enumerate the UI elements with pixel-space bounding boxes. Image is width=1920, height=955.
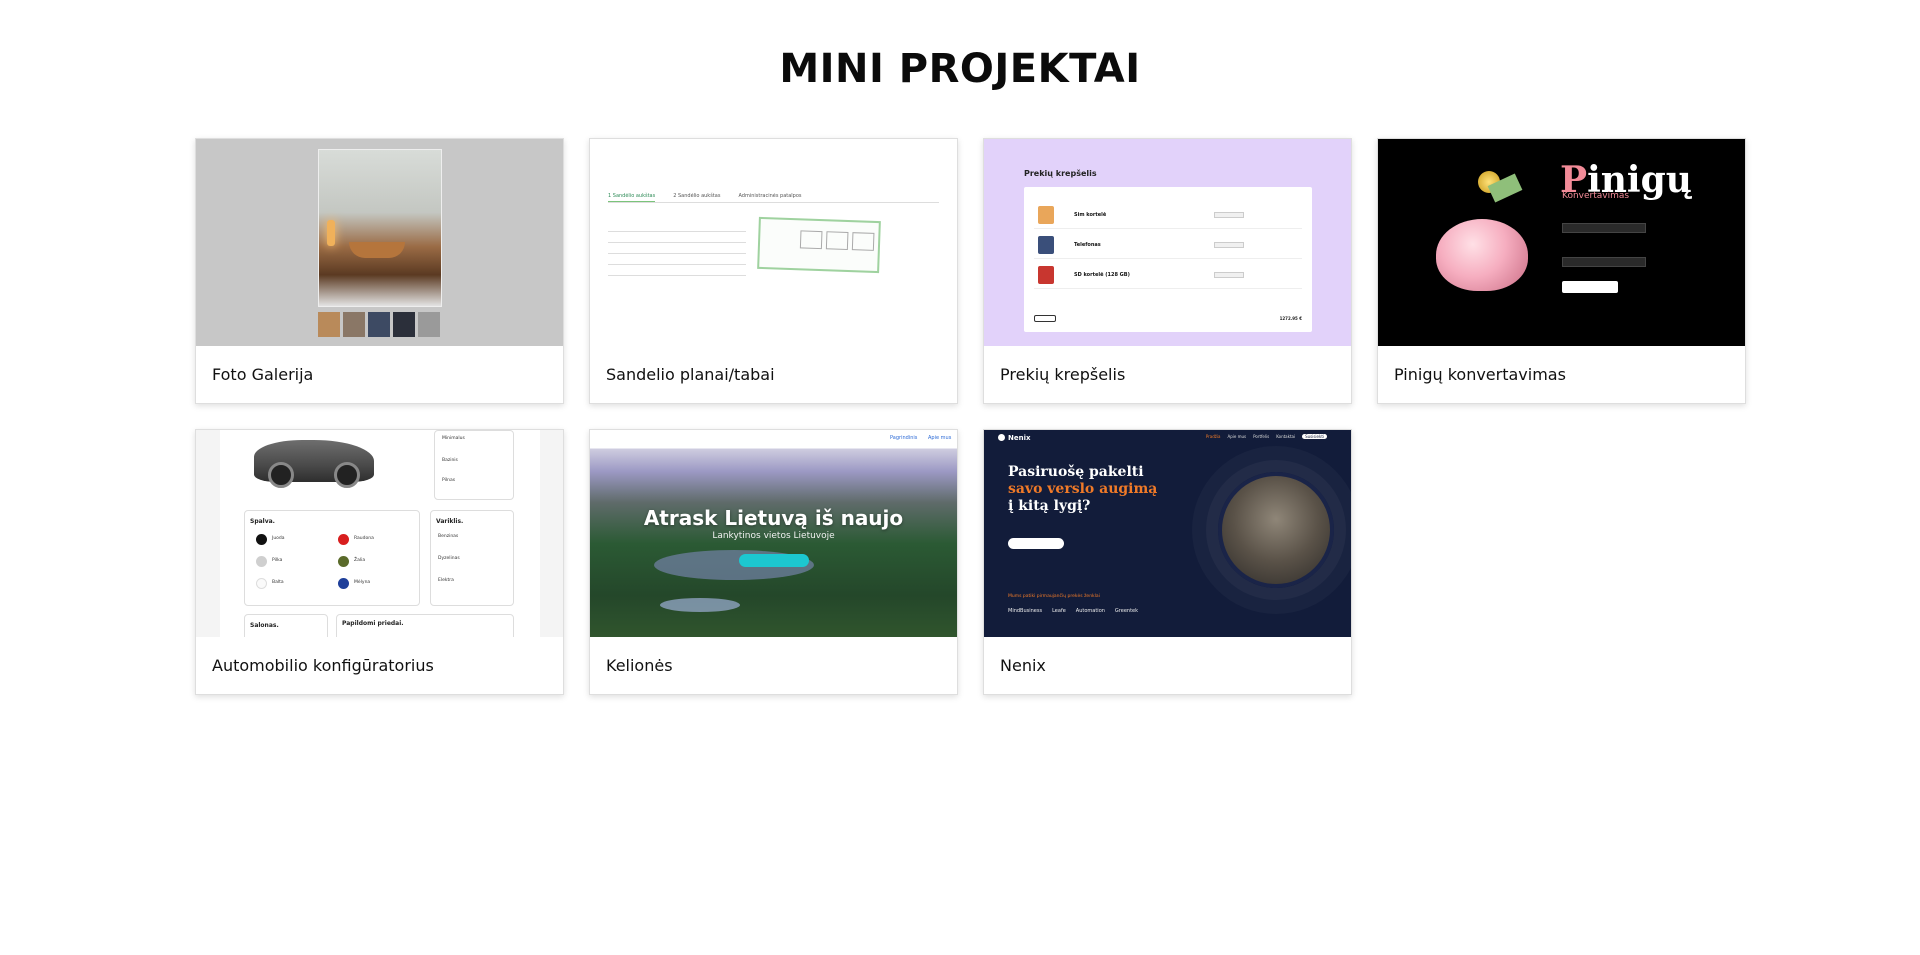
project-card-pinigu-konvertavimas[interactable]: Pinigų Konvertavimas Pinigų konvertavima… (1377, 138, 1746, 404)
project-card-keliones[interactable]: Pagrindinis Apie mus Atrask Lietuvą iš n… (589, 429, 958, 695)
gallery-main-photo (318, 149, 442, 307)
project-card-label: Kelionės (606, 656, 673, 675)
converter-subtitle: Konvertavimas (1562, 191, 1630, 201)
warehouse-floor-plan (757, 216, 881, 274)
project-card-label: Sandelio planai/tabai (606, 365, 775, 384)
page-title: MINI PROJEKTAI (779, 46, 1141, 92)
nenix-partners: MindBusiness Leafe Automation Greentek (1008, 608, 1138, 614)
project-card-label: Foto Galerija (212, 365, 314, 384)
project-card-prekiu-krepselis[interactable]: Prekių krepšelis Sim kortelė Telefonas S… (983, 138, 1352, 404)
projects-grid: Foto Galerija 1 Sandėlio aukštas 2 Sandė… (195, 138, 1747, 695)
travel-subheading: Lankytinos vietos Lietuvoje (712, 531, 835, 541)
car-icon (254, 440, 374, 488)
piggy-bank-icon (1436, 219, 1528, 291)
project-thumbnail: Prekių krepšelis Sim kortelė Telefonas S… (984, 139, 1351, 346)
project-card-label: Prekių krepšelis (1000, 365, 1126, 384)
project-card-label: Automobilio konfigūratorius (212, 656, 434, 675)
nenix-headline: Pasiruošę pakelti savo verslo augimą į k… (1008, 464, 1158, 514)
cart-heading: Prekių krepšelis (1024, 169, 1097, 178)
project-thumbnail: 1 Sandėlio aukštas 2 Sandėlio aukštas Ad… (590, 139, 957, 346)
project-card-foto-galerija[interactable]: Foto Galerija (195, 138, 564, 404)
nenix-hero-photo (1218, 472, 1334, 588)
project-thumbnail: Pinigų Konvertavimas (1378, 139, 1745, 346)
convert-button-preview (1562, 281, 1618, 293)
warehouse-table (608, 221, 746, 276)
project-thumbnail (196, 139, 563, 346)
project-card-label: Pinigų konvertavimas (1394, 365, 1566, 384)
project-card-nenix[interactable]: Nenix Pradžia Apie mus Portfelis Kontakt… (983, 429, 1352, 695)
nenix-brand: Nenix (998, 434, 1031, 442)
project-thumbnail: Pagrindinis Apie mus Atrask Lietuvą iš n… (590, 430, 957, 637)
nenix-menu: Pradžia Apie mus Portfelis Kontaktai Sus… (1206, 434, 1327, 439)
project-thumbnail: Nenix Pradžia Apie mus Portfelis Kontakt… (984, 430, 1351, 637)
cart-table: Sim kortelė Telefonas SD kortelė (128 GB… (1024, 187, 1312, 332)
project-card-automobilio-konfiguratorius[interactable]: Minimalus Bazinis Pilnas Spalva. Juoda R… (195, 429, 564, 695)
travel-heading: Atrask Lietuvą iš naujo (643, 506, 904, 530)
project-card-sandelio[interactable]: 1 Sandėlio aukštas 2 Sandėlio aukštas Ad… (589, 138, 958, 404)
travel-cta-preview (739, 554, 809, 567)
project-card-label: Nenix (1000, 656, 1046, 675)
cart-total: 1272.95 € (1279, 316, 1302, 321)
gallery-thumbnail-strip (318, 312, 440, 337)
project-thumbnail: Minimalus Bazinis Pilnas Spalva. Juoda R… (196, 430, 563, 637)
